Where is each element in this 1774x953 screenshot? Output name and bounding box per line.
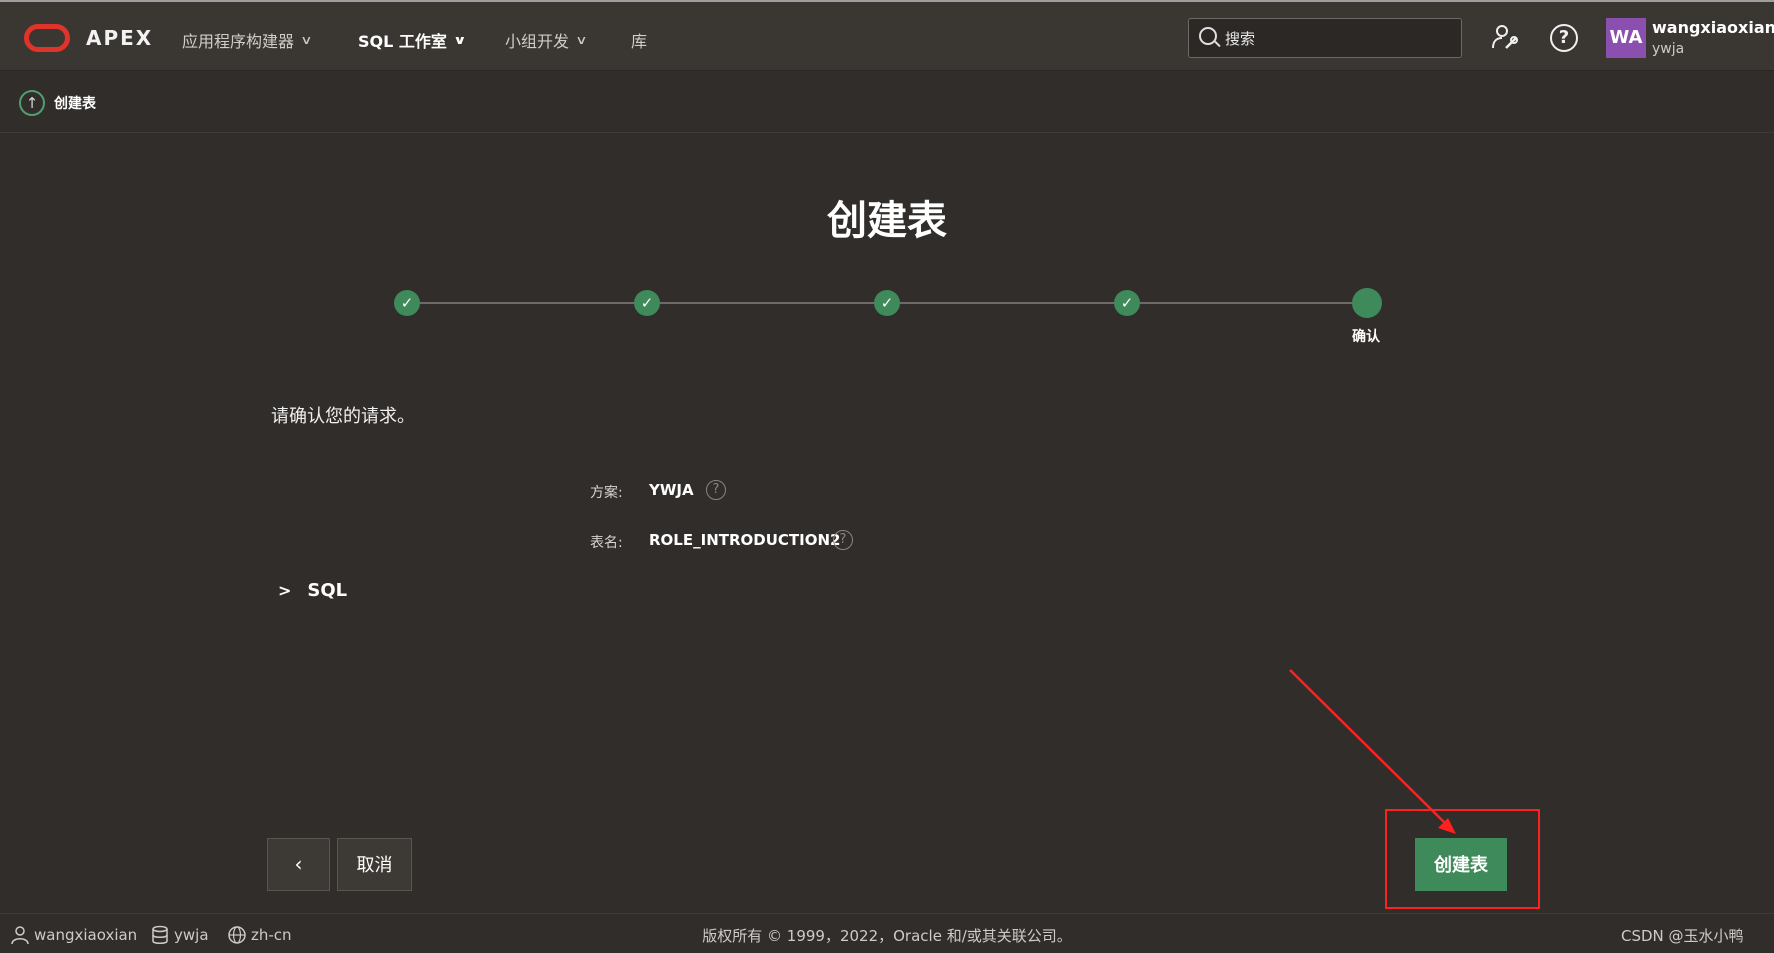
previous-button[interactable]: ‹ bbox=[267, 838, 330, 891]
wizard-step-1-complete: ✓ bbox=[394, 290, 420, 316]
chevron-down-icon: ∨ bbox=[575, 33, 588, 47]
nav-gallery[interactable]: 库 bbox=[631, 28, 647, 52]
breadcrumb-label: 创建表 bbox=[54, 96, 96, 112]
nav-app-builder[interactable]: 应用程序构建器 ∨ bbox=[182, 28, 313, 52]
page-title: 创建表 bbox=[827, 198, 947, 244]
help-icon[interactable]: ? bbox=[1550, 24, 1578, 52]
table-name-value: ROLE_INTRODUCTION2 bbox=[649, 531, 841, 549]
chevron-down-icon: ∨ bbox=[452, 33, 467, 47]
search-box bbox=[1188, 18, 1462, 58]
avatar[interactable]: WA bbox=[1606, 18, 1646, 58]
wizard-step-label: 确认 bbox=[1352, 329, 1380, 345]
wizard-step-4-complete: ✓ bbox=[1114, 290, 1140, 316]
arrow-up-icon[interactable]: ↑ bbox=[19, 90, 45, 116]
watermark-text: CSDN @玉水小鸭 bbox=[1621, 927, 1744, 945]
wizard-step-3-complete: ✓ bbox=[874, 290, 900, 316]
nav-team-development[interactable]: 小组开发 ∨ bbox=[505, 28, 588, 52]
annotation-arrow bbox=[1289, 669, 1456, 834]
help-icon[interactable]: ? bbox=[706, 480, 726, 500]
breadcrumb: ↑ 创建表 bbox=[0, 71, 1774, 133]
chevron-right-icon: > bbox=[278, 581, 292, 600]
confirm-message: 请确认您的请求。 bbox=[271, 406, 415, 427]
top-header: APEX 应用程序构建器 ∨ SQL 工作室 ∨ 小组开发 ∨ 库 ? WA w… bbox=[0, 0, 1774, 71]
oracle-logo-icon[interactable] bbox=[24, 24, 70, 52]
app-brand[interactable]: APEX bbox=[86, 26, 153, 50]
help-icon[interactable]: ? bbox=[833, 530, 853, 550]
wizard-step-5-current bbox=[1352, 288, 1382, 318]
nav-sql-workshop[interactable]: SQL 工作室 ∨ bbox=[358, 28, 467, 52]
schema-value: YWJA bbox=[649, 481, 694, 499]
table-name-label: 表名: bbox=[590, 535, 623, 551]
search-icon bbox=[1199, 27, 1217, 45]
check-icon: ✓ bbox=[880, 294, 894, 312]
check-icon: ✓ bbox=[640, 294, 654, 312]
copyright-text: 版权所有 © 1999，2022，Oracle 和/或其关联公司。 bbox=[702, 927, 1072, 945]
check-icon: ✓ bbox=[400, 294, 414, 312]
footer: wangxiaoxian ywja zh-cn 版权所有 © 1999，2022… bbox=[0, 913, 1774, 953]
wizard-step-2-complete: ✓ bbox=[634, 290, 660, 316]
check-icon: ✓ bbox=[1120, 294, 1134, 312]
search-input[interactable] bbox=[1223, 28, 1447, 50]
user-name[interactable]: wangxiaoxian bbox=[1652, 18, 1774, 37]
schema-label: 方案: bbox=[590, 485, 623, 501]
sql-region-toggle[interactable]: > SQL bbox=[278, 580, 347, 601]
chevron-down-icon: ∨ bbox=[300, 33, 313, 47]
cancel-button[interactable]: 取消 bbox=[337, 838, 412, 891]
user-workspace: ywja bbox=[1652, 41, 1685, 57]
admin-tools-icon[interactable] bbox=[1490, 22, 1520, 52]
